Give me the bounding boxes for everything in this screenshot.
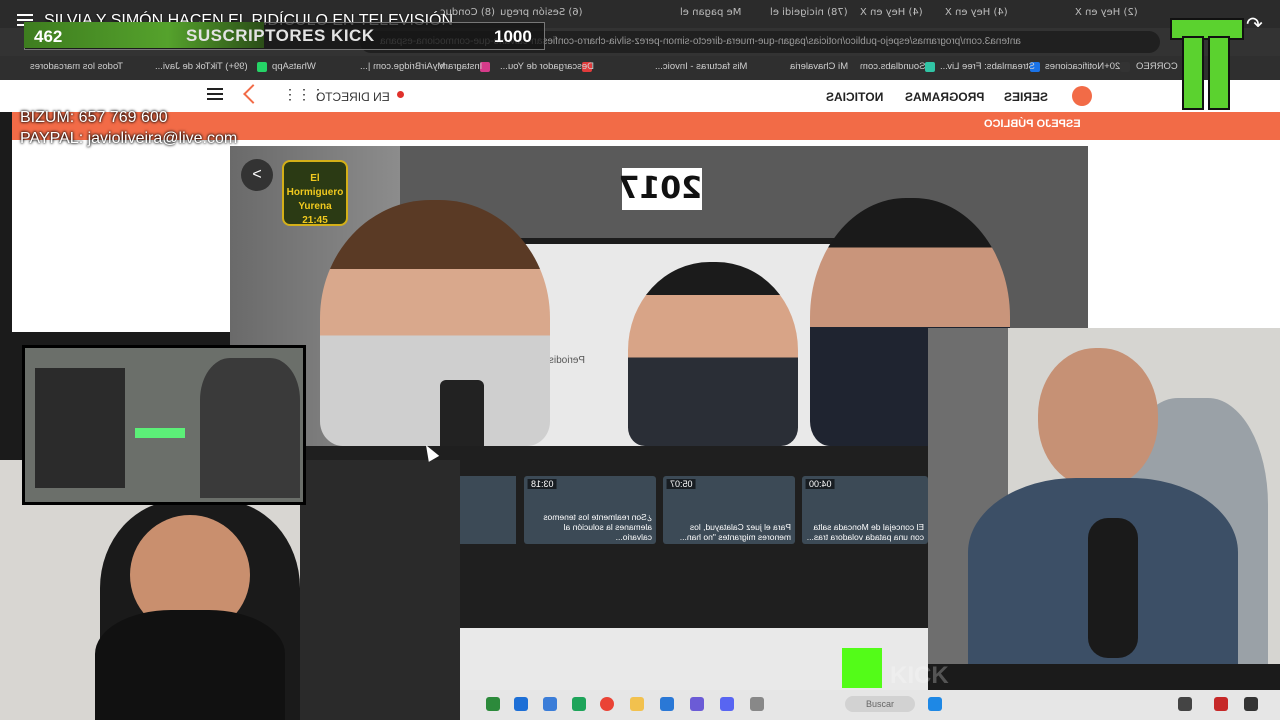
browser-tab[interactable]: (78) nicigeidi el <box>770 7 848 18</box>
person-woman <box>320 200 550 446</box>
microphone-icon <box>440 380 484 446</box>
bookmark-item[interactable]: MyAirBridge.com |... <box>360 61 445 72</box>
bookmark-item[interactable]: Mis facturas - Invoic... <box>655 61 747 72</box>
room-shelf <box>35 368 125 488</box>
captions-icon[interactable] <box>1178 697 1192 711</box>
related-video-duration: 03:18 <box>528 479 557 489</box>
bookmark-icon <box>925 62 935 72</box>
webcam-guest-right <box>928 328 1280 664</box>
webcam-room-view <box>22 345 306 505</box>
related-video-card-partial[interactable] <box>460 476 516 544</box>
taskbar-app-icon[interactable] <box>514 697 528 711</box>
site-menu-icon[interactable] <box>207 88 223 100</box>
bookmark-item[interactable]: Instagram <box>440 61 482 72</box>
related-video-caption: Para el juez Calatayud, los menores migr… <box>679 522 791 542</box>
whatsapp-icon <box>257 62 267 72</box>
related-video-card[interactable]: 05:07 Para el juez Calatayud, los menore… <box>663 476 795 544</box>
video-share-icon[interactable]: < <box>241 159 273 191</box>
streamer-body <box>95 610 285 720</box>
taskbar-app-icon[interactable] <box>572 697 586 711</box>
guest-microphone-icon <box>1088 518 1138 658</box>
nav-noticias[interactable]: NOTICIAS <box>826 90 883 104</box>
bookmark-item[interactable]: Todos los marcadores <box>30 61 123 72</box>
related-video-duration: 04:00 <box>806 479 835 489</box>
kick-watermark: KICK <box>890 662 949 689</box>
taskbar-app-icon[interactable] <box>690 697 704 711</box>
related-video-card[interactable]: 04:00 El concejal de Moncada salta con u… <box>802 476 928 544</box>
bookmark-item[interactable]: (99+) TikTok de Javi... <box>155 61 248 72</box>
show-logo-guest: Yurena <box>298 201 332 212</box>
browser-tab[interactable]: (4) Hey en X <box>945 7 1008 18</box>
channel-logo-icon <box>1160 18 1250 114</box>
browser-tab[interactable]: Me pagan el <box>680 7 741 18</box>
browser-tab[interactable]: (6) Sesión pregu <box>500 7 583 18</box>
bookmark-item[interactable]: WhatsApp <box>272 61 316 72</box>
taskbar-app-icon[interactable] <box>750 697 764 711</box>
taskbar-app-icon[interactable] <box>543 697 557 711</box>
taskbar-app-icon[interactable] <box>660 697 674 711</box>
taskbar-app-icon[interactable] <box>486 697 500 711</box>
browser-tab[interactable]: (2) Hey en X <box>1075 7 1138 18</box>
bookmark-item[interactable]: Streamlabs: Free Liv... <box>940 61 1035 72</box>
person-man-center <box>628 262 798 446</box>
section-title[interactable]: ESPEJO PÚBLICO <box>984 118 1081 130</box>
bizum-info: BIZUM: 657 769 600 <box>20 109 168 126</box>
related-video-card[interactable]: 03:18 ¿Son realmente los tenemos alemane… <box>524 476 656 544</box>
taskbar-search[interactable]: Buscar <box>845 696 915 712</box>
show-logo: El Hormiguero Yurena 21:45 <box>282 160 348 226</box>
sub-goal-target: 1000 <box>494 27 532 46</box>
guest-face <box>1038 348 1158 488</box>
chrome-icon[interactable] <box>600 697 614 711</box>
sub-goal-label: SUSCRIPTORES KICK <box>186 26 375 45</box>
nav-programas[interactable]: PROGRAMAS <box>905 90 984 104</box>
room-chair <box>200 358 300 498</box>
antena3-logo-icon[interactable] <box>1072 86 1092 106</box>
fullscreen-icon[interactable] <box>1244 697 1258 711</box>
video-year-label: 2017 <box>619 168 702 210</box>
browser-tab[interactable]: (4) Hey en X <box>860 7 923 18</box>
discord-icon[interactable] <box>720 697 734 711</box>
paypal-info: PAYPAL: javioliveira@live.com <box>20 130 238 147</box>
show-logo-title: El Hormiguero <box>286 173 344 198</box>
shelf-background <box>300 460 460 720</box>
bookmark-item[interactable]: Soundlabs.com <box>860 61 925 72</box>
bookmark-item[interactable]: Mi Chavaleria <box>790 61 848 72</box>
bookmark-icon <box>1120 62 1130 72</box>
show-logo-time: 21:45 <box>302 215 328 226</box>
related-video-caption: ¿Son realmente los tenemos alemanes la s… <box>543 512 652 542</box>
quality-hd-icon[interactable] <box>1214 697 1228 711</box>
bookmark-item[interactable]: 20+Notificaciones <box>1045 61 1120 72</box>
live-indicator-icon <box>397 91 404 98</box>
windows-start-icon[interactable] <box>928 697 942 711</box>
live-link[interactable]: EN DIRECTO <box>316 90 390 104</box>
folder-icon[interactable] <box>630 697 644 711</box>
kick-logo-icon <box>842 648 882 688</box>
related-video-caption: El concejal de Moncada salta con una pat… <box>806 522 924 542</box>
related-video-duration: 05:07 <box>667 479 696 489</box>
nav-series[interactable]: SERIES <box>1004 90 1048 104</box>
bookmark-item[interactable]: Descargador de You... <box>500 61 594 72</box>
desk-light <box>135 428 185 438</box>
sub-goal-current: 462 <box>34 27 63 46</box>
